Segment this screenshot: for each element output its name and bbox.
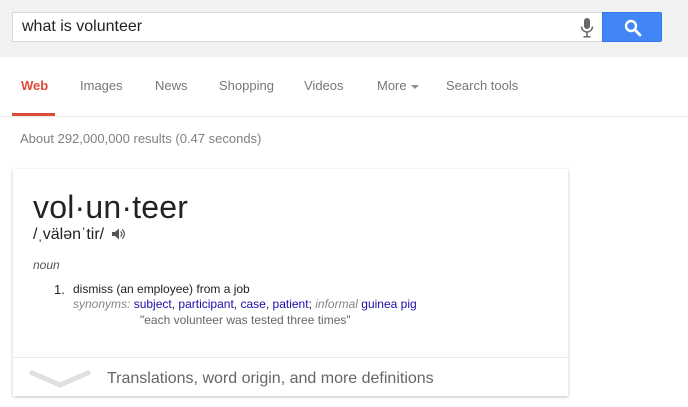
usage-example: "each volunteer was tested three times" <box>140 313 351 327</box>
more-definitions-bar[interactable]: Translations, word origin, and more defi… <box>13 357 568 396</box>
search-button[interactable] <box>602 12 662 42</box>
part-of-speech: noun <box>33 258 60 272</box>
tab-web[interactable]: Web <box>21 78 48 93</box>
synonym-link[interactable]: case <box>240 297 265 311</box>
chevron-down-icon <box>29 369 91 388</box>
definition-card: vol·un·teer /ˌvälənˈtir/ noun 1. dismiss… <box>13 169 568 396</box>
informal-label: informal <box>315 297 358 311</box>
results-stats: About 292,000,000 results (0.47 seconds) <box>20 131 262 146</box>
synonyms-label: synonyms: <box>73 297 131 311</box>
search-box <box>12 12 602 42</box>
caret-down-icon <box>410 84 419 89</box>
sense-definition: dismiss (an employee) from a job <box>73 282 250 296</box>
microphone-icon[interactable] <box>579 17 595 39</box>
search-input[interactable] <box>13 13 573 41</box>
magnifier-icon <box>624 19 642 37</box>
synonym-link[interactable]: participant <box>178 297 233 311</box>
tab-videos[interactable]: Videos <box>304 78 344 93</box>
sense-number: 1. <box>54 282 65 297</box>
speaker-icon[interactable] <box>111 227 125 246</box>
tab-news[interactable]: News <box>155 78 188 93</box>
more-definitions-text: Translations, word origin, and more defi… <box>107 370 434 387</box>
tab-search-tools[interactable]: Search tools <box>446 78 518 93</box>
tab-images[interactable]: Images <box>80 78 123 93</box>
search-tabs: Web Images News Shopping Videos More Sea… <box>0 57 688 117</box>
synonyms-line: synonyms: subject, participant, case, pa… <box>73 297 417 311</box>
pronunciation-text: /ˌvälənˈtir/ <box>33 226 105 243</box>
search-header <box>0 0 688 57</box>
active-tab-indicator <box>12 113 55 116</box>
definition-word: vol·un·teer <box>33 189 189 225</box>
pronunciation: /ˌvälənˈtir/ <box>33 226 125 246</box>
synonym-link[interactable]: patient <box>273 297 309 311</box>
tab-more-label: More <box>377 78 407 93</box>
synonym-link[interactable]: subject <box>134 297 172 311</box>
informal-synonym-link[interactable]: guinea pig <box>361 297 416 311</box>
tab-more[interactable]: More <box>377 78 419 93</box>
tab-shopping[interactable]: Shopping <box>219 78 274 93</box>
